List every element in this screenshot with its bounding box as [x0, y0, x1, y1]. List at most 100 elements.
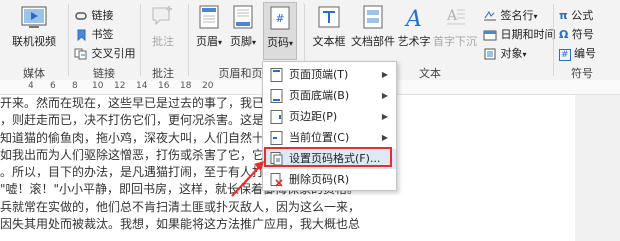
cross-reference-icon: [74, 48, 87, 60]
cross-reference-label: 交叉引用: [91, 47, 136, 60]
group-divider: [553, 4, 554, 76]
online-video-label: 联机视频: [12, 35, 56, 48]
online-video-icon: [21, 6, 47, 28]
object-dropdown-arrow: ▾: [522, 50, 527, 59]
group-label-comments: 批注: [152, 67, 174, 80]
symbol-button[interactable]: Ω 符号: [559, 26, 594, 42]
calendar-icon: [483, 30, 497, 41]
menu-item-bottom-of-page[interactable]: 页面底端(B) ▶: [263, 86, 396, 106]
menu-item-label: 删除页码(R): [289, 173, 350, 186]
object-label: 对象: [500, 47, 523, 60]
footer-button[interactable]: 页脚▾: [228, 4, 258, 49]
wordart-label: 艺术字: [397, 35, 431, 48]
group-divider: [188, 4, 189, 76]
page-number-dropdown-arrow: ▾: [288, 39, 293, 48]
ruler-tick: 8: [72, 81, 78, 91]
ruler-tick: 10: [92, 81, 104, 91]
menu-item-label: 页面顶端(T): [289, 68, 349, 81]
textbox-icon: [318, 6, 340, 28]
ruler-tick: 4: [28, 81, 34, 91]
ruler-tick: 18: [180, 81, 192, 91]
date-time-button[interactable]: 日期和时间: [483, 26, 556, 42]
cross-reference-button[interactable]: 交叉引用: [74, 45, 136, 61]
drop-cap-icon: A: [446, 8, 465, 25]
menu-item-top-of-page[interactable]: 页面顶端(T) ▶: [263, 65, 396, 85]
page-number-label: 页码: [266, 36, 289, 49]
number-button[interactable]: # 编号: [559, 45, 596, 61]
bookmark-label: 书签: [91, 28, 114, 41]
submenu-arrow-icon: ▶: [381, 133, 388, 142]
ruler-tick: 6: [50, 81, 56, 91]
page-margins-icon: [270, 110, 283, 124]
svg-text:A: A: [446, 8, 458, 24]
menu-item-current-position[interactable]: 当前位置(C) ▶: [263, 128, 396, 148]
header-icon: [199, 5, 219, 29]
equation-label: 公式: [571, 9, 594, 22]
drop-cap-label: 首字下沉: [433, 35, 477, 48]
page-number-menu: 页面顶端(T) ▶ 页面底端(B) ▶ 页边距(P) ▶ 当前位置(C) ▶ 设…: [262, 61, 397, 191]
group-divider: [140, 4, 141, 76]
menu-item-page-margins[interactable]: 页边距(P) ▶: [263, 107, 396, 127]
new-comment-icon: [152, 6, 172, 26]
annotation-arrow-icon: [231, 161, 264, 197]
current-position-icon: [270, 131, 283, 145]
document-line: 兵就常在实做的，他们总不肯扫清土匪或扑灭敌人，因为这么一来，: [0, 199, 361, 214]
header-label: 页眉: [195, 35, 218, 48]
pi-icon: π: [559, 9, 568, 22]
signature-line-label: 签名行: [500, 9, 534, 22]
link-label: 链接: [91, 9, 114, 22]
ruler-tick: 16: [158, 81, 170, 91]
menu-item-label: 当前位置(C): [289, 131, 350, 144]
object-icon: [484, 48, 496, 60]
ruler-tick: 14: [136, 81, 148, 91]
comment-button[interactable]: 批注: [147, 4, 179, 49]
drop-cap-button[interactable]: A 首字下沉: [433, 4, 477, 49]
footer-label: 页脚: [229, 35, 252, 48]
document-parts-icon: [363, 5, 383, 29]
equation-button[interactable]: π 公式: [559, 7, 593, 23]
textbox-label: 文本框: [312, 35, 346, 48]
signature-line-icon: [484, 11, 496, 21]
textbox-button[interactable]: 文本框: [311, 4, 347, 49]
online-video-button[interactable]: 联机视频: [10, 4, 58, 49]
omega-icon: Ω: [559, 28, 569, 41]
svg-text:A: A: [404, 7, 422, 30]
group-label-media: 媒体: [23, 67, 45, 80]
bookmark-button[interactable]: 书签: [74, 26, 114, 42]
page-number-icon: #: [270, 6, 290, 30]
footer-dropdown-arrow: ▾: [251, 38, 256, 47]
signature-line-button[interactable]: 签名行▾: [483, 7, 538, 23]
group-label-symbols: 符号: [571, 67, 593, 80]
link-icon: [75, 12, 87, 20]
number-icon: #: [559, 49, 571, 61]
page-number-button[interactable]: # 页码▾: [263, 2, 297, 60]
object-button[interactable]: 对象▾: [483, 45, 527, 61]
submenu-arrow-icon: ▶: [381, 91, 388, 100]
wordart-button[interactable]: A 艺术字: [396, 4, 432, 49]
bookmark-icon: [77, 29, 86, 41]
menu-item-remove-page-numbers[interactable]: 删除页码(R): [263, 170, 396, 190]
ruler-tick: 20: [202, 81, 214, 91]
menu-item-label: 页边距(P): [289, 110, 338, 123]
number-label: 编号: [574, 47, 597, 60]
document-parts-label: 文档部件: [351, 35, 395, 48]
submenu-arrow-icon: ▶: [381, 70, 388, 79]
bottom-of-page-icon: [270, 89, 283, 103]
wordart-icon: A: [404, 7, 422, 30]
group-divider: [68, 4, 69, 76]
document-parts-button[interactable]: 文档部件: [351, 4, 395, 49]
svg-text:#: #: [275, 12, 284, 25]
header-dropdown-arrow: ▾: [217, 38, 222, 47]
header-button[interactable]: 页眉▾: [194, 4, 224, 49]
signature-line-dropdown-arrow: ▾: [533, 12, 538, 21]
link-button[interactable]: 链接: [74, 7, 114, 23]
footer-icon: [233, 5, 253, 29]
annotation-highlight-box: [264, 147, 392, 167]
vertical-scroll-area[interactable]: [575, 95, 620, 241]
group-label-text: 文本: [419, 67, 441, 80]
date-time-label: 日期和时间: [500, 28, 556, 41]
group-label-links: 链接: [93, 67, 115, 80]
submenu-arrow-icon: ▶: [381, 112, 388, 121]
comment-label: 批注: [152, 35, 174, 48]
top-of-page-icon: [270, 68, 283, 82]
